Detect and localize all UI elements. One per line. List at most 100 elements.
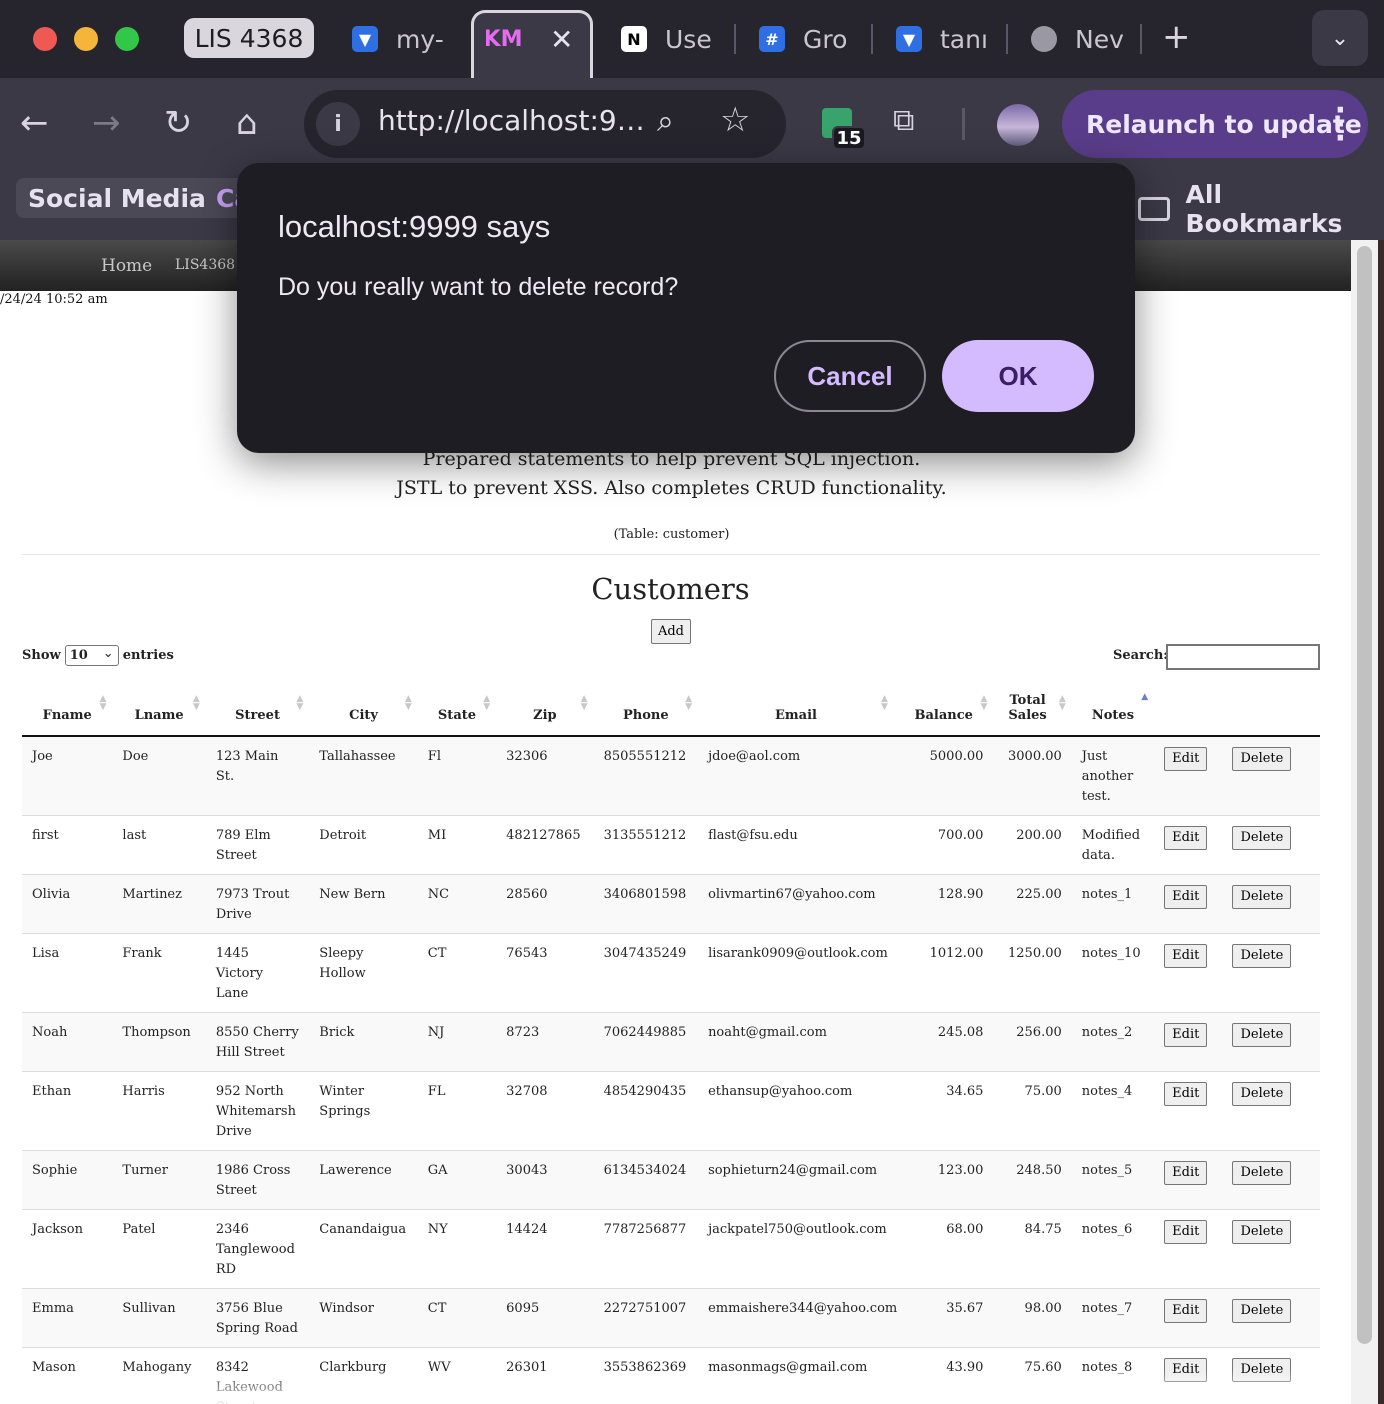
delete-button[interactable]: Delete bbox=[1232, 1220, 1292, 1244]
extensions-puzzle-icon[interactable]: ⧉ bbox=[893, 103, 914, 138]
edit-button[interactable]: Edit bbox=[1164, 1023, 1208, 1047]
relaunch-button[interactable]: Relaunch to update · · · bbox=[1062, 90, 1368, 158]
forward-arrow-icon[interactable]: → bbox=[92, 103, 121, 143]
table-cell: 482127865 bbox=[496, 815, 594, 875]
table-cell: FL bbox=[417, 1071, 497, 1151]
bookmark-star-icon[interactable]: ☆ bbox=[720, 100, 750, 140]
delete-button[interactable]: Delete bbox=[1232, 944, 1292, 968]
scrollbar-thumb[interactable] bbox=[1357, 246, 1372, 1344]
table-cell: Jackson bbox=[22, 1209, 113, 1289]
edit-button[interactable]: Edit bbox=[1164, 944, 1208, 968]
edit-button[interactable]: Edit bbox=[1164, 826, 1208, 850]
table-cell: 128.90 bbox=[893, 874, 994, 934]
kebab-menu-icon[interactable]: · · · bbox=[1335, 96, 1346, 154]
edit-button[interactable]: Edit bbox=[1164, 885, 1208, 909]
column-header-email[interactable]: Email ▲ ▼ bbox=[698, 676, 894, 737]
groupme-icon: # bbox=[759, 26, 785, 52]
close-tab-icon[interactable]: ✕ bbox=[550, 23, 573, 56]
tab-notion[interactable]: N Use bbox=[621, 14, 721, 64]
dialog-title: localhost:9999 says bbox=[278, 209, 551, 244]
table-cell: Frank bbox=[112, 933, 206, 1013]
table-cell: NY bbox=[417, 1209, 497, 1289]
table-cell: 3756 Blue Spring Road bbox=[205, 1288, 310, 1348]
tab-groupme[interactable]: # Gro bbox=[759, 14, 859, 64]
new-tab-icon[interactable]: + bbox=[1162, 20, 1191, 54]
table-cell: notes_2 bbox=[1071, 1012, 1155, 1072]
edit-button[interactable]: Edit bbox=[1164, 1299, 1208, 1323]
column-header-city[interactable]: City ▲ ▼ bbox=[309, 676, 418, 737]
close-window-button[interactable] bbox=[33, 27, 57, 51]
edit-button[interactable]: Edit bbox=[1164, 1220, 1208, 1244]
ok-button[interactable]: OK bbox=[942, 340, 1094, 412]
zoom-icon[interactable]: ⌕ bbox=[657, 104, 674, 139]
search-input[interactable] bbox=[1166, 644, 1320, 670]
delete-button[interactable]: Delete bbox=[1232, 747, 1292, 771]
delete-button[interactable]: Delete bbox=[1232, 1299, 1292, 1323]
column-header-phone[interactable]: Phone ▲ ▼ bbox=[593, 676, 699, 737]
back-arrow-icon[interactable]: ← bbox=[20, 103, 49, 143]
table-cell: Olivia bbox=[22, 874, 113, 934]
page-title: Customers bbox=[591, 572, 750, 606]
url-text[interactable]: http://localhost:99... bbox=[378, 104, 646, 137]
tab-bitbucket-2[interactable]: ▼ tanı bbox=[896, 14, 991, 64]
reload-icon[interactable]: ↻ bbox=[164, 103, 193, 143]
table-cell: 1986 Cross Street bbox=[205, 1150, 310, 1210]
table-cell: 6095 bbox=[496, 1288, 594, 1348]
edit-button[interactable]: Edit bbox=[1164, 1082, 1208, 1106]
nav-home-link[interactable]: Home bbox=[101, 256, 152, 276]
table-cell: lisarank0909@outlook.com bbox=[698, 933, 894, 1013]
entries-select[interactable]: 10 ⌄ bbox=[64, 645, 119, 666]
column-header-total-sales[interactable]: Total Sales ▲ ▼ bbox=[993, 676, 1072, 737]
column-header-notes[interactable]: Notes ▲ bbox=[1071, 676, 1155, 737]
column-header-state[interactable]: State ▲ ▼ bbox=[417, 676, 497, 737]
table-cell: 30043 bbox=[496, 1150, 594, 1210]
delete-button[interactable]: Delete bbox=[1232, 826, 1292, 850]
table-cell: 8505551212 bbox=[593, 735, 699, 816]
delete-button[interactable]: Delete bbox=[1232, 1082, 1292, 1106]
table-cell: Winter Springs bbox=[309, 1071, 418, 1151]
tab-km[interactable]: KM ✕ bbox=[486, 14, 581, 64]
table-cell: 1012.00 bbox=[893, 933, 994, 1013]
tab-new-tab[interactable]: Nev bbox=[1031, 14, 1126, 64]
description-line-2: JSTL to prevent XSS. Also completes CRUD… bbox=[396, 477, 947, 499]
table-cell: 952 North Whitemarsh Drive bbox=[205, 1071, 310, 1151]
home-icon[interactable]: ⌂ bbox=[236, 103, 258, 143]
column-header-lname[interactable]: Lname ▲ ▼ bbox=[112, 676, 206, 737]
table-cell: sophieturn24@gmail.com bbox=[698, 1150, 894, 1210]
table-cell: NJ bbox=[417, 1012, 497, 1072]
cancel-button[interactable]: Cancel bbox=[774, 340, 926, 412]
site-info-icon[interactable]: i bbox=[316, 102, 360, 146]
table-cell: notes_5 bbox=[1071, 1150, 1155, 1210]
table-cell: noaht@gmail.com bbox=[698, 1012, 894, 1072]
edit-button[interactable]: Edit bbox=[1164, 747, 1208, 771]
divider bbox=[22, 554, 1320, 555]
tab-label: my- bbox=[396, 24, 444, 54]
tab-bitbucket[interactable]: ▼ my- bbox=[352, 14, 447, 64]
delete-button[interactable]: Delete bbox=[1232, 1023, 1292, 1047]
bitbucket-icon: ▼ bbox=[896, 26, 922, 52]
bookmark-social-media[interactable]: Social Media bbox=[16, 178, 218, 218]
table-cell: Doe bbox=[112, 735, 206, 816]
tab-group-label[interactable]: LIS 4368 bbox=[184, 18, 314, 58]
table-cell: notes_6 bbox=[1071, 1209, 1155, 1289]
delete-button[interactable]: Delete bbox=[1232, 1161, 1292, 1185]
column-header-zip[interactable]: Zip ▲ ▼ bbox=[496, 676, 594, 737]
column-header-fname[interactable]: Fname ▲ ▼ bbox=[22, 676, 113, 737]
table-row: Ethan Harris 952 North Whitemarsh Drive Win… bbox=[22, 1071, 1320, 1151]
delete-button[interactable]: Delete bbox=[1232, 885, 1292, 909]
chevron-down-icon[interactable]: ⌄ bbox=[1312, 10, 1368, 66]
sort-icon: ▲ ▼ bbox=[1058, 694, 1066, 712]
table-cell: Emma bbox=[22, 1288, 113, 1348]
tab-label: tanı bbox=[940, 24, 988, 54]
minimize-window-button[interactable] bbox=[74, 27, 98, 51]
add-button[interactable]: Add bbox=[651, 619, 691, 644]
all-bookmarks[interactable]: All Bookmarks bbox=[1138, 180, 1384, 238]
maximize-window-button[interactable] bbox=[115, 27, 139, 51]
nav-lis4368-link[interactable]: LIS4368 bbox=[175, 257, 235, 273]
column-header-balance[interactable]: Balance ▲ ▼ bbox=[893, 676, 994, 737]
entries-label: entries bbox=[122, 648, 174, 663]
profile-avatar[interactable] bbox=[997, 104, 1039, 146]
edit-button[interactable]: Edit bbox=[1164, 1161, 1208, 1185]
column-header-street[interactable]: Street ▲ ▼ bbox=[205, 676, 310, 737]
table-row: Emma Sullivan 3756 Blue Spring Road Windsor… bbox=[22, 1288, 1320, 1348]
